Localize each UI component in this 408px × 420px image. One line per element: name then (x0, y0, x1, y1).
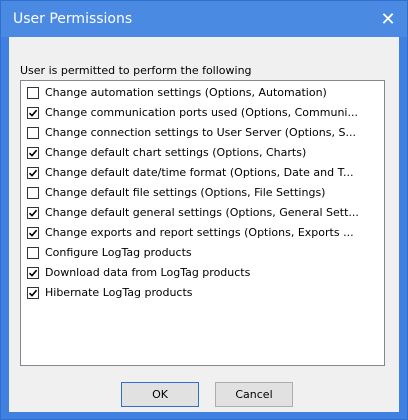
permission-label: Download data from LogTag products (45, 266, 251, 279)
user-permissions-dialog: User Permissions ✕ User is permitted to … (0, 0, 408, 420)
title-bar[interactable]: User Permissions ✕ (1, 1, 407, 37)
permission-item[interactable]: Download data from LogTag products (21, 263, 384, 283)
permission-item[interactable]: Change communication ports used (Options… (21, 103, 384, 123)
permission-label: Change default file settings (Options, F… (45, 186, 326, 199)
close-icon: ✕ (380, 8, 396, 30)
checkmark-icon (28, 149, 38, 157)
permissions-caption: User is permitted to perform the followi… (20, 64, 252, 77)
permission-checkbox[interactable] (27, 167, 39, 179)
permission-label: Change exports and report settings (Opti… (45, 226, 354, 239)
permission-checkbox[interactable] (27, 267, 39, 279)
permission-item[interactable]: Change default file settings (Options, F… (21, 183, 384, 203)
permission-item[interactable]: Change default chart settings (Options, … (21, 143, 384, 163)
permission-item[interactable]: Change exports and report settings (Opti… (21, 223, 384, 243)
permission-label: Change default chart settings (Options, … (45, 146, 307, 159)
dialog-body: User is permitted to perform the followi… (9, 37, 399, 412)
permission-label: Hibernate LogTag products (45, 286, 193, 299)
checkmark-icon (28, 109, 38, 117)
ok-button[interactable]: OK (121, 382, 199, 407)
permission-checkbox[interactable] (27, 207, 39, 219)
checkmark-icon (28, 209, 38, 217)
permission-checkbox[interactable] (27, 147, 39, 159)
permission-label: Change default date/time format (Options… (45, 166, 354, 179)
close-button[interactable]: ✕ (373, 4, 403, 34)
checkmark-icon (28, 269, 38, 277)
checkmark-icon (28, 289, 38, 297)
permission-label: Change communication ports used (Options… (45, 106, 358, 119)
permission-item[interactable]: Change default date/time format (Options… (21, 163, 384, 183)
permission-item[interactable]: Configure LogTag products (21, 243, 384, 263)
permission-checkbox[interactable] (27, 107, 39, 119)
permission-checkbox[interactable] (27, 247, 39, 259)
permission-item[interactable]: Hibernate LogTag products (21, 283, 384, 303)
permission-item[interactable]: Change automation settings (Options, Aut… (21, 83, 384, 103)
permission-checkbox[interactable] (27, 227, 39, 239)
permission-checkbox[interactable] (27, 287, 39, 299)
permission-item[interactable]: Change default general settings (Options… (21, 203, 384, 223)
checkmark-icon (28, 229, 38, 237)
permission-label: Configure LogTag products (45, 246, 192, 259)
cancel-button[interactable]: Cancel (215, 382, 293, 407)
permission-label: Change default general settings (Options… (45, 206, 359, 219)
permissions-list: Change automation settings (Options, Aut… (20, 80, 385, 366)
dialog-title: User Permissions (13, 11, 133, 27)
permission-checkbox[interactable] (27, 87, 39, 99)
permission-checkbox[interactable] (27, 127, 39, 139)
permission-label: Change connection settings to User Serve… (45, 126, 356, 139)
checkmark-icon (28, 169, 38, 177)
permission-label: Change automation settings (Options, Aut… (45, 86, 327, 99)
permission-item[interactable]: Change connection settings to User Serve… (21, 123, 384, 143)
permission-checkbox[interactable] (27, 187, 39, 199)
